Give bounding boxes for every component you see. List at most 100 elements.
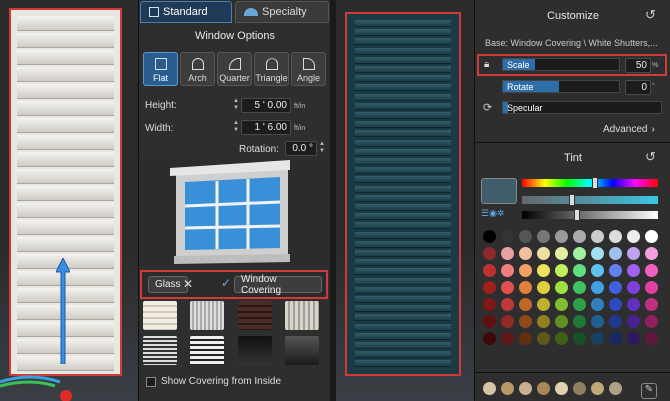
rotation-spinner-icon[interactable]: ▲ ▼ [318,141,326,156]
color-swatch[interactable] [609,315,622,328]
color-swatch[interactable] [573,264,586,277]
color-swatch[interactable] [519,247,532,260]
scale-value-field[interactable]: 50 [625,58,651,73]
color-swatch[interactable] [537,247,550,260]
color-swatch[interactable] [519,298,532,311]
color-swatch[interactable] [609,332,622,345]
reset-customize-icon[interactable]: ↺ [645,7,656,23]
color-swatch[interactable] [573,281,586,294]
color-swatch[interactable] [645,230,658,243]
color-swatch[interactable] [501,247,514,260]
color-swatch[interactable] [519,230,532,243]
scale-slider[interactable]: Scale [502,58,620,71]
window-covering-check-icon[interactable]: ✓ [221,276,231,290]
shape-quarter-button[interactable]: Quarter [217,52,252,86]
color-swatch[interactable] [537,281,550,294]
color-swatch[interactable] [591,332,604,345]
color-swatch[interactable] [573,298,586,311]
tint-color-preview[interactable] [481,178,517,204]
color-swatch[interactable] [537,298,550,311]
color-swatch[interactable] [501,298,514,311]
color-swatch[interactable] [609,230,622,243]
tinted-shutter-model[interactable] [345,12,461,376]
color-swatch[interactable] [483,298,496,311]
color-swatch[interactable] [591,230,604,243]
color-swatch[interactable] [555,298,568,311]
color-swatch[interactable] [609,247,622,260]
color-swatch[interactable] [519,315,532,328]
color-swatch[interactable] [627,281,640,294]
specular-slider[interactable]: Specular [502,101,662,114]
color-swatch[interactable] [537,264,550,277]
color-swatch[interactable] [483,264,496,277]
color-swatch[interactable] [501,315,514,328]
height-spinner-icon[interactable]: ▲ ▼ [232,98,240,113]
lock-icon[interactable]: 🔒︎ [484,59,489,70]
color-swatch[interactable] [573,230,586,243]
color-swatch[interactable] [501,332,514,345]
color-swatch[interactable] [483,332,496,345]
rotate-slider[interactable]: Rotate [502,80,620,93]
recent-color-swatch[interactable] [573,382,586,395]
color-swatch[interactable] [537,332,550,345]
covering-swatch-black-shade[interactable] [238,336,272,365]
tab-standard[interactable]: Standard [140,1,232,23]
color-swatch[interactable] [627,264,640,277]
color-swatch[interactable] [501,264,514,277]
color-swatch[interactable] [609,264,622,277]
color-swatch[interactable] [645,332,658,345]
color-swatch[interactable] [609,281,622,294]
color-swatch[interactable] [645,298,658,311]
saturation-slider-handle[interactable] [569,194,575,206]
recent-color-swatch[interactable] [591,382,604,395]
tab-specialty[interactable]: Specialty [235,1,329,23]
show-inside-checkbox[interactable] [146,376,156,387]
color-swatch[interactable] [519,281,532,294]
hue-slider-handle[interactable] [592,177,598,189]
brightness-slider-handle[interactable] [574,209,580,221]
color-swatch[interactable] [573,315,586,328]
color-swatch[interactable] [483,281,496,294]
shape-arch-button[interactable]: Arch [180,52,215,86]
covering-swatch-vertical-blinds[interactable] [285,301,319,330]
color-swatch[interactable] [645,315,658,328]
color-swatch[interactable] [501,281,514,294]
color-swatch[interactable] [591,247,604,260]
color-swatch[interactable] [627,247,640,260]
brightness-slider[interactable] [522,211,658,219]
link-toggle-icon[interactable]: ⟳ [483,101,492,114]
recent-color-swatch[interactable] [609,382,622,395]
color-swatch[interactable] [501,230,514,243]
color-swatch[interactable] [537,230,550,243]
color-swatch[interactable] [519,264,532,277]
hue-slider[interactable] [522,179,658,187]
covering-swatch-white-shutter[interactable] [143,301,177,330]
color-swatch[interactable] [627,298,640,311]
height-field[interactable]: 5 ' 0.00 [241,98,291,113]
color-swatch[interactable] [555,247,568,260]
covering-swatch-dark-gray-shade[interactable] [285,336,319,365]
move-up-arrow-icon[interactable] [56,258,70,364]
color-swatch[interactable] [627,315,640,328]
recent-color-swatch[interactable] [555,382,568,395]
color-swatch[interactable] [483,315,496,328]
color-swatch[interactable] [591,298,604,311]
color-swatch[interactable] [573,247,586,260]
reset-tint-icon[interactable]: ↺ [645,149,656,165]
glass-toggle-button[interactable]: Glass [148,276,188,293]
show-covering-inside-option[interactable]: Show Covering from Inside [146,376,281,387]
color-swatch[interactable] [555,315,568,328]
covering-swatch-dark-wood[interactable] [238,301,272,330]
color-swatch[interactable] [645,247,658,260]
color-swatch[interactable] [591,264,604,277]
covering-swatch-gray-blinds[interactable] [190,301,224,330]
covering-swatch-striped-shade[interactable] [143,336,177,365]
shape-triangle-button[interactable]: Triangle [254,52,289,86]
color-swatch[interactable] [591,281,604,294]
recent-color-swatch[interactable] [537,382,550,395]
rotation-field[interactable]: 0.0 ° [285,141,317,156]
color-swatch[interactable] [609,298,622,311]
shape-flat-button[interactable]: Flat [143,52,178,86]
color-swatch[interactable] [555,264,568,277]
color-swatch[interactable] [483,247,496,260]
